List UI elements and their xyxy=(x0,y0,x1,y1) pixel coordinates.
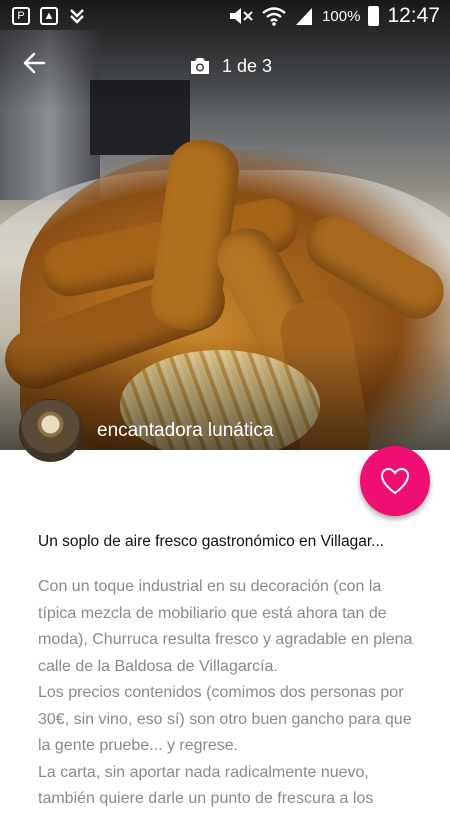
article-body: Con un toque industrial en su decoración… xyxy=(38,574,423,813)
clock: 12:47 xyxy=(387,4,440,27)
article-paragraph: Con un toque industrial en su decoración… xyxy=(38,578,413,675)
status-bar: P ▲ 100% 12:47 xyxy=(0,0,450,34)
article-title: Un soplo de aire fresco gastronómico en … xyxy=(38,533,385,550)
gallery-icon: ▲ xyxy=(40,7,58,25)
battery-percent: 100% xyxy=(322,7,361,25)
like-button[interactable] xyxy=(360,446,430,516)
signal-icon xyxy=(296,8,313,25)
photo-counter-text: 1 de 3 xyxy=(222,55,273,76)
photo-counter: 1 de 3 xyxy=(188,54,272,78)
download-check-icon xyxy=(70,9,84,24)
battery-icon xyxy=(368,6,380,26)
avatar[interactable] xyxy=(19,399,82,462)
p-app-icon: P xyxy=(12,7,30,25)
back-arrow-icon xyxy=(23,52,46,74)
back-button[interactable] xyxy=(18,50,52,84)
mute-icon xyxy=(230,8,253,24)
author-name[interactable]: encantadora lunática xyxy=(97,420,273,442)
wifi-icon xyxy=(262,7,286,26)
article-paragraph: Los precios contenidos (comimos dos pers… xyxy=(38,684,412,754)
camera-icon xyxy=(191,58,209,74)
article-paragraph: La carta, sin aportar nada radicalmente … xyxy=(38,763,374,808)
heart-outline-icon xyxy=(380,467,410,495)
